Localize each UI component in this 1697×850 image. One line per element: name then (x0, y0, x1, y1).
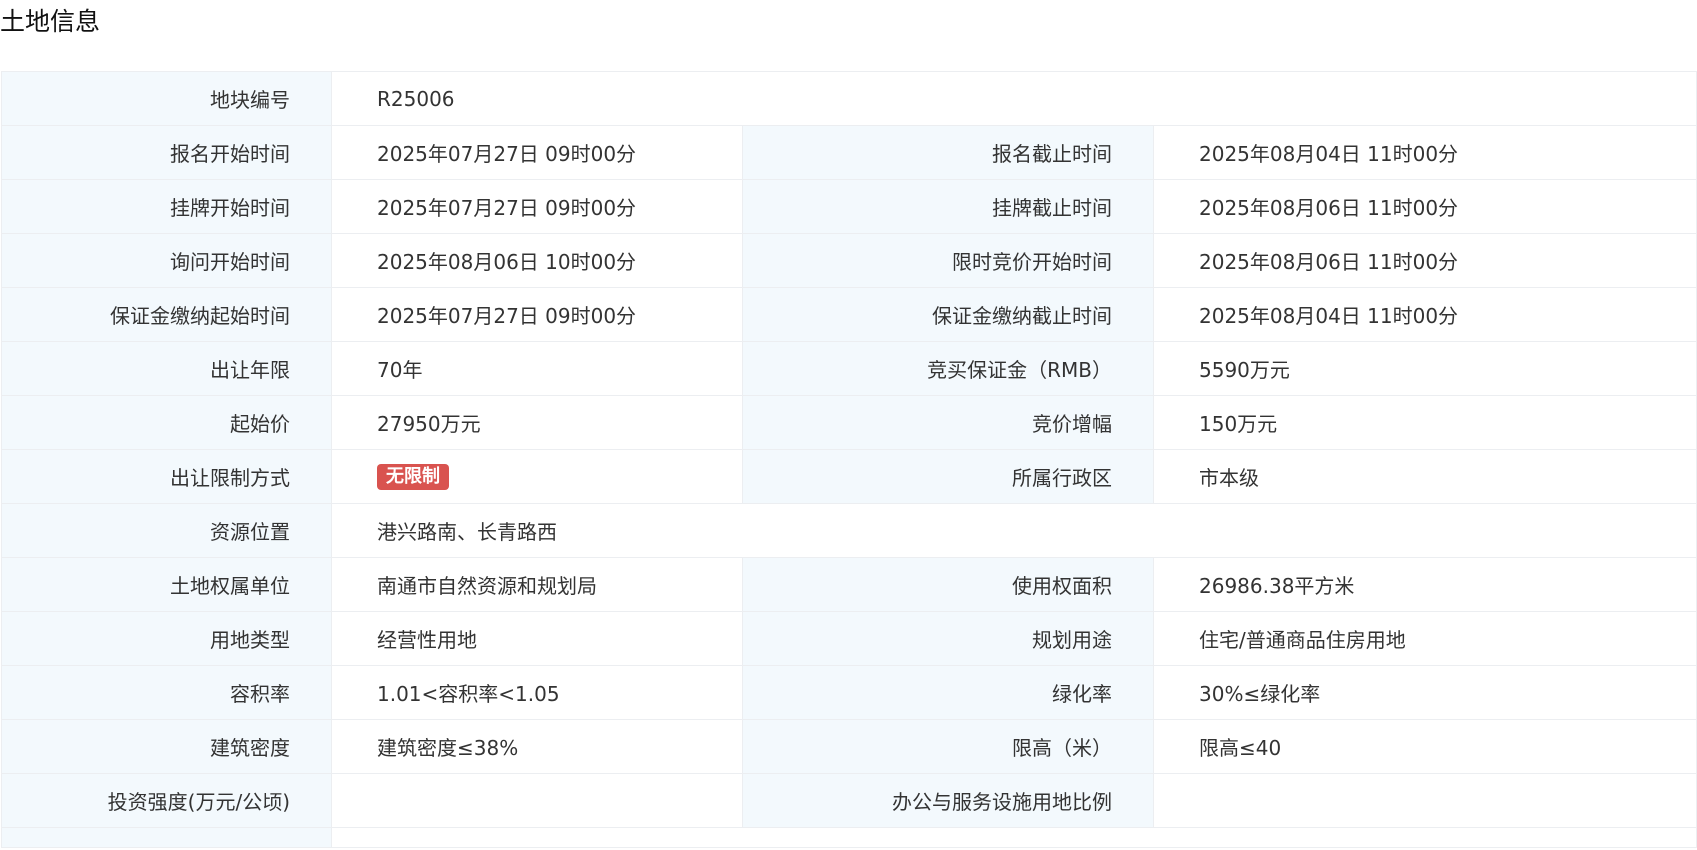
label-office-land-ratio: 办公与服务设施用地比例 (742, 773, 1154, 828)
table-row: 地块编号 R25006 (1, 71, 1697, 126)
page-title: 土地信息 (0, 7, 101, 36)
table-row (1, 827, 1697, 848)
value-listing-start: 2025年07月27日 09时00分 (331, 179, 743, 234)
value-listing-end: 2025年08月06日 11时00分 (1152, 179, 1697, 234)
table-row: 起始价 27950万元 竞价增幅 150万元 (1, 395, 1697, 450)
table-row: 用地类型 经营性用地 规划用途 住宅/普通商品住房用地 (1, 611, 1697, 666)
label-bid-increment: 竞价增幅 (742, 395, 1154, 450)
label-land-owner: 土地权属单位 (1, 557, 332, 612)
value-inquiry-start: 2025年08月06日 10时00分 (331, 233, 743, 288)
value-cell (330, 827, 1697, 848)
label-deposit-start: 保证金缴纳起始时间 (1, 287, 332, 342)
value-investment-intensity (331, 773, 743, 828)
table-row: 土地权属单位 南通市自然资源和规划局 使用权面积 26986.38平方米 (1, 557, 1697, 612)
label-height-limit: 限高（米） (742, 719, 1154, 774)
value-plot-ratio: 1.01<容积率<1.05 (331, 665, 743, 720)
value-use-area: 26986.38平方米 (1152, 557, 1697, 612)
table-row: 报名开始时间 2025年07月27日 09时00分 报名截止时间 2025年08… (1, 125, 1697, 180)
value-deposit-start: 2025年07月27日 09时00分 (331, 287, 743, 342)
table-row: 询问开始时间 2025年08月06日 10时00分 限时竞价开始时间 2025年… (1, 233, 1697, 288)
label-registration-start: 报名开始时间 (1, 125, 332, 180)
label-plot-ratio: 容积率 (1, 665, 332, 720)
label-resource-location: 资源位置 (1, 503, 332, 558)
label-deposit-end: 保证金缴纳截止时间 (742, 287, 1154, 342)
label-listing-end: 挂牌截止时间 (742, 179, 1154, 234)
label-transfer-restriction: 出让限制方式 (1, 449, 332, 504)
value-building-density: 建筑密度≤38% (331, 719, 743, 774)
table-row: 容积率 1.01<容积率<1.05 绿化率 30%≤绿化率 (1, 665, 1697, 720)
label-starting-price: 起始价 (1, 395, 332, 450)
label-greening-rate: 绿化率 (742, 665, 1154, 720)
label-listing-start: 挂牌开始时间 (1, 179, 332, 234)
label-parcel-number: 地块编号 (1, 71, 332, 126)
value-deposit-end: 2025年08月04日 11时00分 (1152, 287, 1697, 342)
label-district: 所属行政区 (742, 449, 1154, 504)
label-inquiry-start: 询问开始时间 (1, 233, 332, 288)
value-registration-end: 2025年08月04日 11时00分 (1152, 125, 1697, 180)
value-greening-rate: 30%≤绿化率 (1152, 665, 1697, 720)
value-land-owner: 南通市自然资源和规划局 (331, 557, 743, 612)
restriction-badge: 无限制 (377, 464, 449, 490)
label-investment-intensity: 投资强度(万元/公顷) (1, 773, 332, 828)
table-row: 资源位置 港兴路南、长青路西 (1, 503, 1697, 558)
label-building-density: 建筑密度 (1, 719, 332, 774)
label-land-type: 用地类型 (1, 611, 332, 666)
table-row: 出让年限 70年 竞买保证金（RMB） 5590万元 (1, 341, 1697, 396)
value-district: 市本级 (1152, 449, 1697, 504)
label-timed-bidding-start: 限时竞价开始时间 (742, 233, 1154, 288)
value-height-limit: 限高≤40 (1152, 719, 1697, 774)
value-bid-increment: 150万元 (1152, 395, 1697, 450)
value-timed-bidding-start: 2025年08月06日 11时00分 (1152, 233, 1697, 288)
label-registration-end: 报名截止时间 (742, 125, 1154, 180)
label-use-area: 使用权面积 (742, 557, 1154, 612)
table-row: 建筑密度 建筑密度≤38% 限高（米） 限高≤40 (1, 719, 1697, 774)
value-registration-start: 2025年07月27日 09时00分 (331, 125, 743, 180)
value-parcel-number: R25006 (330, 71, 1697, 126)
label-transfer-term: 出让年限 (1, 341, 332, 396)
value-planned-use: 住宅/普通商品住房用地 (1152, 611, 1697, 666)
value-land-type: 经营性用地 (331, 611, 743, 666)
value-bid-deposit: 5590万元 (1152, 341, 1697, 396)
value-transfer-term: 70年 (331, 341, 743, 396)
table-row: 投资强度(万元/公顷) 办公与服务设施用地比例 (1, 773, 1697, 828)
land-info-table: 地块编号 R25006 报名开始时间 2025年07月27日 09时00分 报名… (1, 71, 1697, 848)
table-row: 挂牌开始时间 2025年07月27日 09时00分 挂牌截止时间 2025年08… (1, 179, 1697, 234)
value-starting-price: 27950万元 (331, 395, 743, 450)
land-info-page: 土地信息 地块编号 R25006 报名开始时间 2025年07月27日 09时0… (0, 0, 1697, 850)
label-planned-use: 规划用途 (742, 611, 1154, 666)
value-office-land-ratio (1152, 773, 1697, 828)
table-row: 出让限制方式 无限制 所属行政区 市本级 (1, 449, 1697, 504)
label-cell (1, 827, 332, 848)
table-row: 保证金缴纳起始时间 2025年07月27日 09时00分 保证金缴纳截止时间 2… (1, 287, 1697, 342)
value-transfer-restriction: 无限制 (331, 449, 743, 504)
value-resource-location: 港兴路南、长青路西 (330, 503, 1697, 558)
label-bid-deposit: 竞买保证金（RMB） (742, 341, 1154, 396)
